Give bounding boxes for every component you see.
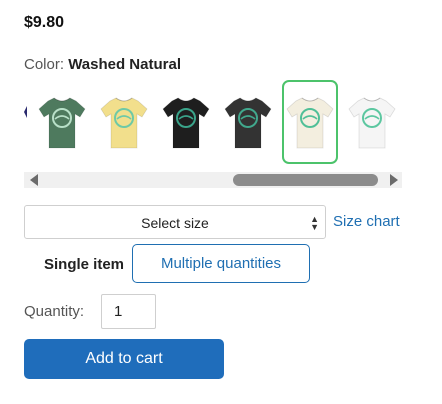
product-price: $9.80 (24, 14, 65, 31)
partial-swatch-edge (24, 106, 27, 118)
color-label: Color: (24, 56, 65, 73)
quantity-input[interactable] (101, 294, 156, 329)
scroll-left-arrow-icon[interactable] (30, 174, 38, 186)
tshirt-icon (38, 97, 86, 149)
tshirt-icon (348, 97, 396, 149)
tshirt-icon (100, 97, 148, 149)
color-swatch-black[interactable] (158, 80, 214, 164)
color-swatch-washed-natural[interactable] (282, 80, 338, 164)
add-to-cart-button[interactable]: Add to cart (24, 339, 224, 379)
tshirt-icon (286, 97, 334, 149)
size-chart-link[interactable]: Size chart (333, 213, 400, 230)
color-swatch-charcoal[interactable] (220, 80, 276, 164)
color-swatch-white[interactable] (344, 80, 400, 164)
color-swatch-green[interactable] (34, 80, 90, 164)
size-select[interactable]: Select size ▲ ▼ (24, 205, 326, 239)
scroll-right-arrow-icon[interactable] (390, 174, 398, 186)
color-swatch-carousel (24, 78, 402, 166)
color-value: Washed Natural (68, 56, 181, 73)
tshirt-icon (162, 97, 210, 149)
select-arrows-icon: ▲ ▼ (310, 214, 319, 232)
tshirt-icon (224, 97, 272, 149)
size-select-value: Select size (141, 215, 209, 231)
single-item-option[interactable]: Single item (44, 256, 124, 273)
color-indicator: Color: Washed Natural (24, 56, 181, 73)
scrollbar-thumb[interactable] (233, 174, 378, 186)
swatch-scrollbar[interactable] (24, 172, 402, 188)
multiple-quantities-button[interactable]: Multiple quantities (132, 244, 310, 283)
color-swatch-yellow[interactable] (96, 80, 152, 164)
quantity-label: Quantity: (24, 303, 85, 320)
